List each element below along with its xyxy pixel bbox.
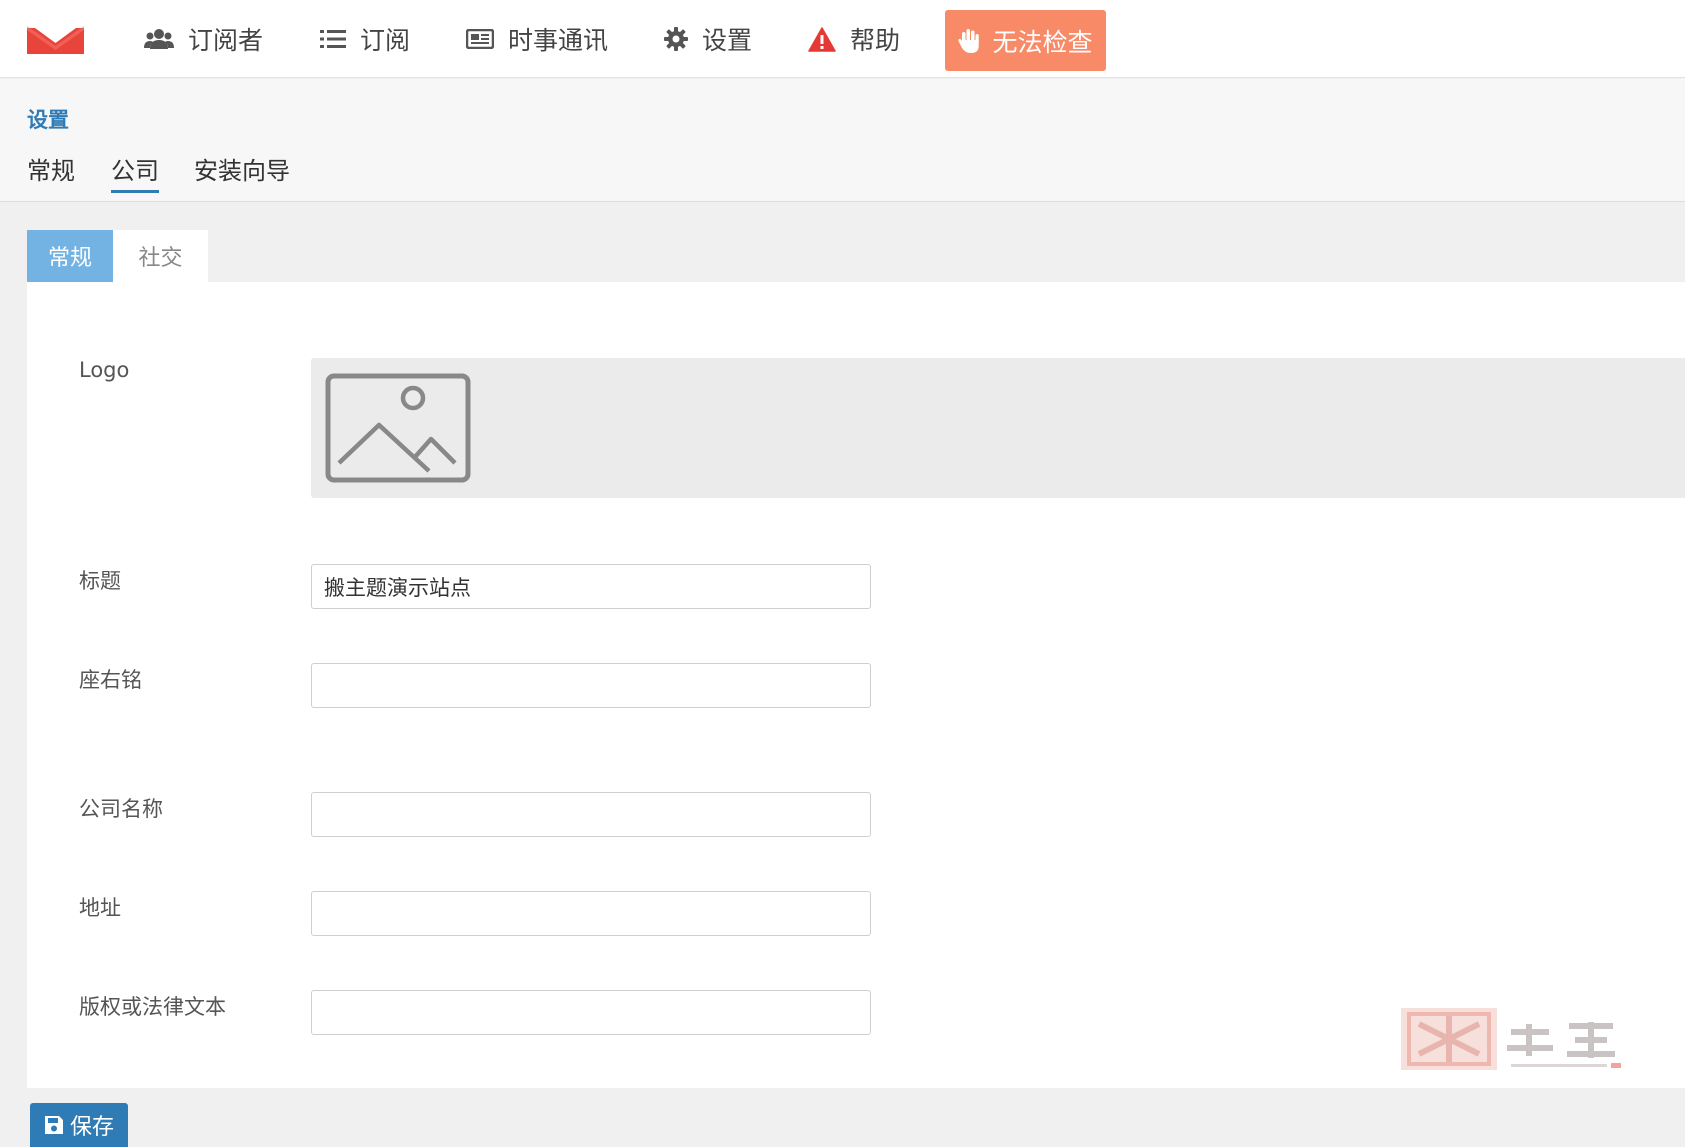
users-icon [144,28,174,50]
save-icon [44,1115,64,1135]
nav-item-label: 设置 [702,26,753,55]
save-button[interactable]: 保存 [30,1103,128,1147]
cannot-check-button[interactable]: 无法检查 [945,10,1106,71]
tab-company[interactable]: 公司 [111,151,159,193]
cannot-check-label: 无法检查 [992,27,1093,57]
tab-setup-wizard[interactable]: 安装向导 [194,151,290,190]
motto-input[interactable] [311,663,871,708]
page-header: 设置 常规 公司 安装向导 [0,79,1685,202]
inner-tab-general[interactable]: 常规 [27,230,113,282]
nav-item-help[interactable]: 帮助 [808,0,900,78]
nav-item-label: 订阅 [360,26,411,55]
page-title: 设置 [27,108,69,132]
address-label: 地址 [79,896,121,920]
newspaper-icon [466,29,494,49]
motto-label: 座右铭 [79,668,142,692]
nav-item-label: 帮助 [850,26,901,55]
nav-item-label: 订阅者 [188,26,264,55]
inner-tab-social[interactable]: 社交 [113,230,208,282]
warning-icon [808,26,836,52]
brand-logo-icon[interactable] [27,26,84,54]
company-name-input[interactable] [311,792,871,837]
tab-general[interactable]: 常规 [27,151,75,190]
nav-item-newsletters[interactable]: 时事通讯 [466,0,608,78]
list-icon [320,29,346,49]
image-placeholder-icon [325,373,471,487]
company-name-label: 公司名称 [79,797,163,821]
nav-item-subscribers[interactable]: 订阅者 [144,0,263,78]
logo-upload-area[interactable] [311,358,1685,498]
top-nav: 订阅者 订阅 时事通讯 设置 帮助 无法检查 [0,0,1685,78]
logo-label: Logo [79,358,130,382]
title-label: 标题 [79,569,121,593]
nav-item-settings[interactable]: 设置 [664,0,752,78]
nav-item-label: 时事通讯 [508,26,609,55]
save-label: 保存 [69,1115,114,1140]
title-input[interactable] [311,564,871,609]
copyright-input[interactable] [311,990,871,1035]
nav-item-subscriptions[interactable]: 订阅 [320,0,410,78]
address-input[interactable] [311,891,871,936]
hand-icon [958,28,980,54]
company-settings-panel: Logo 标题 座右铭 公司名称 地址 版权或法律文本 [27,282,1685,1088]
gear-icon [664,27,688,51]
watermark-logo [1399,1004,1631,1074]
copyright-label: 版权或法律文本 [79,995,226,1019]
